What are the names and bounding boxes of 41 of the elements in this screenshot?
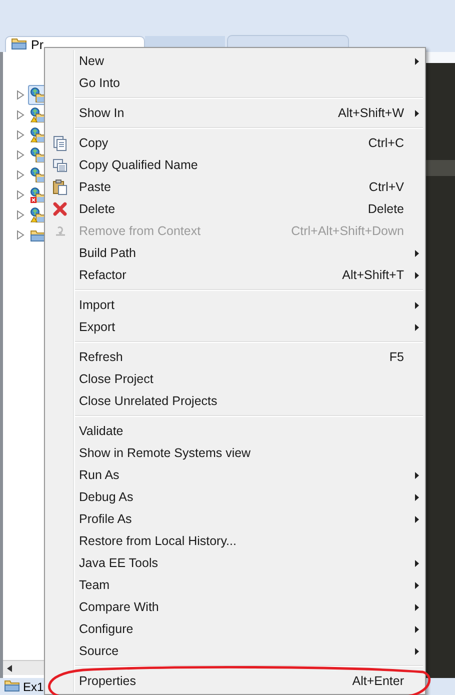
menu-item[interactable]: New — [45, 50, 425, 72]
menu-item[interactable]: Configure — [45, 618, 425, 640]
menu-item[interactable]: Team — [45, 574, 425, 596]
scroll-left-icon[interactable] — [7, 664, 12, 672]
shortcut-text: Ctrl+Alt+Shift+Down — [291, 224, 404, 238]
menu-item[interactable]: Delete Delete — [45, 198, 425, 220]
menu-item[interactable]: Copy Qualified Name — [45, 154, 425, 176]
menu-item[interactable]: Show in Remote Systems view — [45, 442, 425, 464]
delete-icon — [52, 201, 68, 217]
menu-item[interactable]: Run As — [45, 464, 425, 486]
menu-item[interactable]: Import — [45, 294, 425, 316]
copy-name-icon — [52, 157, 68, 173]
copy-icon — [52, 135, 68, 151]
menu-item[interactable]: Close Project — [45, 368, 425, 390]
menu-item[interactable]: Properties Alt+Enter — [45, 670, 425, 692]
menu-item[interactable]: Refactor Alt+Shift+T — [45, 264, 425, 286]
menu-item[interactable]: Paste Ctrl+V — [45, 176, 425, 198]
menu-item[interactable]: Source — [45, 640, 425, 662]
shortcut-text: Ctrl+C — [368, 136, 404, 150]
menu-item[interactable]: Go Into — [45, 72, 425, 94]
shortcut-text: Alt+Enter — [352, 674, 404, 688]
menu-item[interactable]: Close Unrelated Projects — [45, 390, 425, 412]
menu-item[interactable]: Copy Ctrl+C — [45, 132, 425, 154]
menu-item[interactable]: Export — [45, 316, 425, 338]
tab-label[interactable]: Ex1 — [23, 680, 44, 694]
menu-item[interactable]: Compare With — [45, 596, 425, 618]
menu-item[interactable]: Restore from Local History... — [45, 530, 425, 552]
shortcut-text: Alt+Shift+T — [342, 268, 404, 282]
menu-item[interactable]: Debug As — [45, 486, 425, 508]
menu-item[interactable]: Profile As — [45, 508, 425, 530]
shortcut-text: Alt+Shift+W — [338, 106, 404, 120]
menu-item[interactable]: Refresh F5 — [45, 346, 425, 368]
menu-item[interactable]: Validate — [45, 420, 425, 442]
shortcut-text: Ctrl+V — [368, 180, 404, 194]
shortcut-text: F5 — [389, 350, 404, 364]
menu-item[interactable]: Java EE Tools — [45, 552, 425, 574]
menu-item[interactable]: Show In Alt+Shift+W — [45, 102, 425, 124]
paste-icon — [52, 179, 68, 195]
tab-label: Pr — [31, 38, 44, 52]
shortcut-text: Delete — [368, 202, 404, 216]
menu-item[interactable]: Build Path — [45, 242, 425, 264]
